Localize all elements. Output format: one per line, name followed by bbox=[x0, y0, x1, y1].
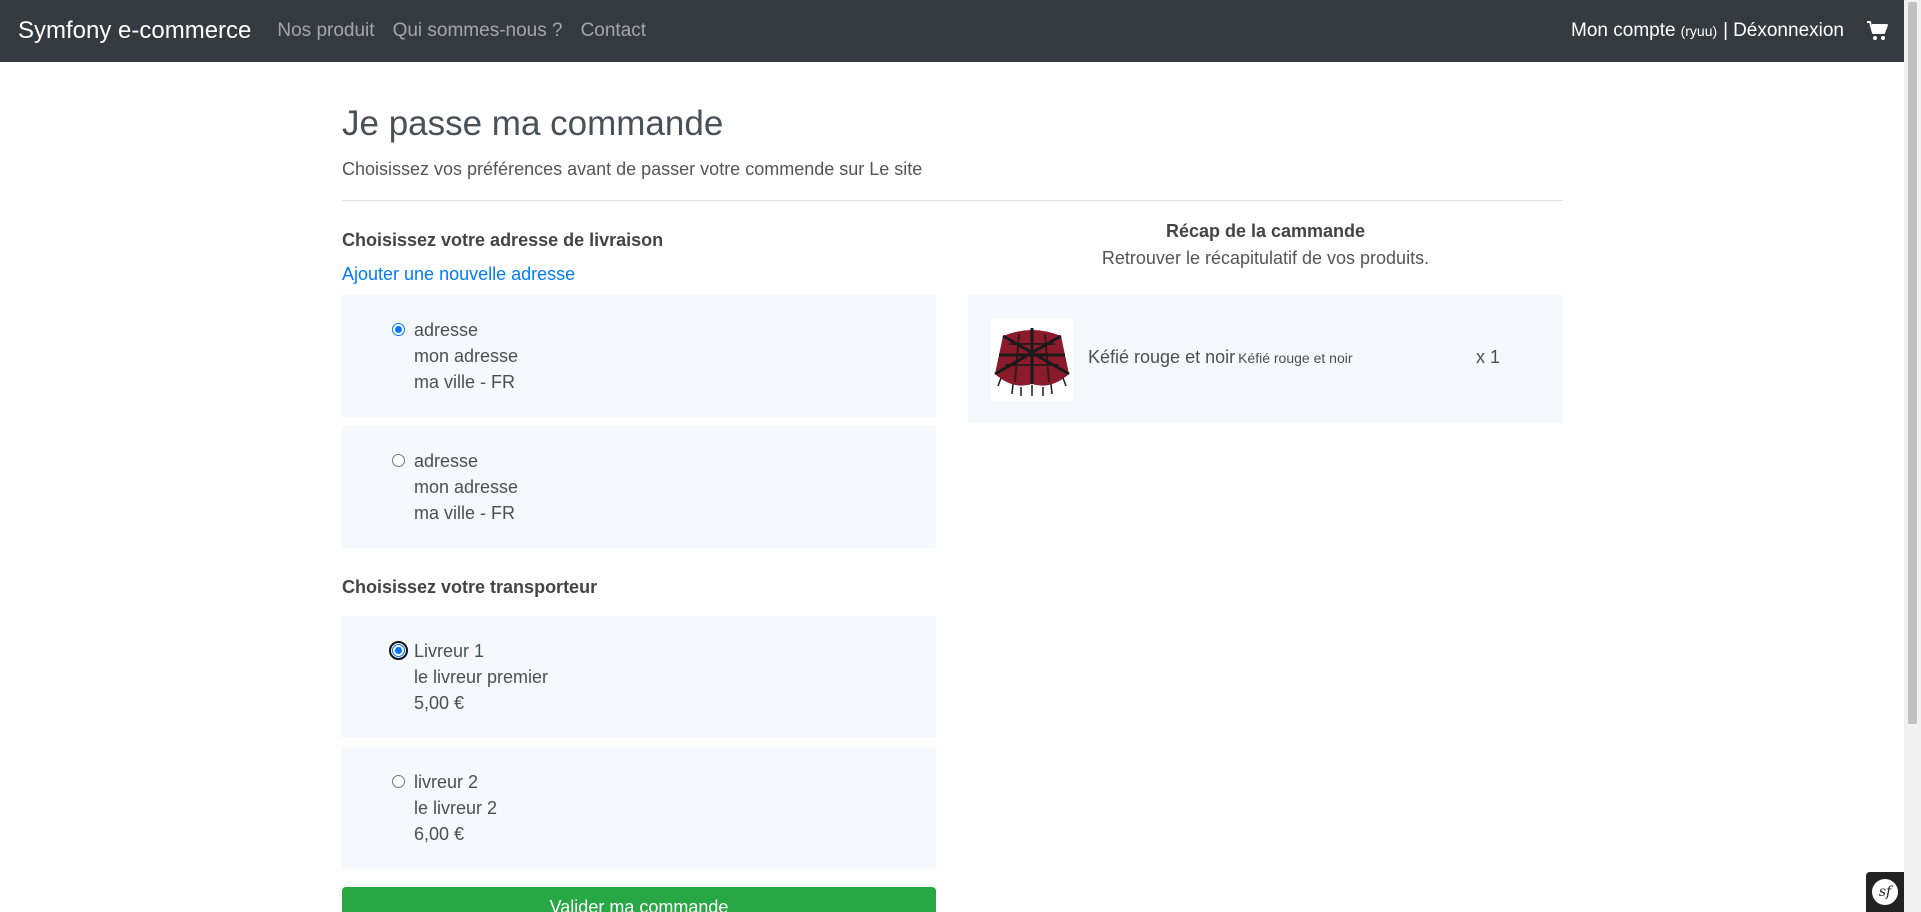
symfony-logo-icon: sf bbox=[1872, 879, 1898, 905]
nav-separator: | bbox=[1723, 20, 1729, 41]
address-city: ma ville - FR bbox=[414, 372, 516, 392]
address-radio-2[interactable] bbox=[392, 454, 405, 467]
product-image bbox=[991, 318, 1073, 401]
address-radio-1[interactable] bbox=[392, 323, 405, 336]
username-label: (ryuu) bbox=[1680, 23, 1718, 39]
address-street: mon adresse bbox=[414, 346, 519, 366]
product-quantity: x 1 bbox=[1476, 347, 1501, 367]
carrier-option-2[interactable]: livreur 2 le livreur 2 6,00 € bbox=[342, 747, 936, 869]
page-title: Je passe ma commande bbox=[342, 104, 724, 143]
carrier-price: 6,00 € bbox=[414, 824, 465, 844]
carrier-name: Livreur 1 bbox=[414, 641, 485, 661]
address-name: adresse bbox=[414, 320, 479, 340]
carrier-option-1[interactable]: Livreur 1 le livreur premier 5,00 € bbox=[342, 616, 936, 738]
address-name: adresse bbox=[414, 451, 479, 471]
recap-product-row: Kéfié rouge et noir Kéfié rouge et noir x… bbox=[968, 295, 1563, 423]
product-title: Kéfié rouge et noir bbox=[1088, 347, 1236, 367]
nav-link-about[interactable]: Qui sommes-nous ? bbox=[393, 20, 563, 42]
nav-link-contact[interactable]: Contact bbox=[581, 20, 646, 42]
carrier-radio-1[interactable] bbox=[389, 641, 408, 660]
logout-link[interactable]: Déxonnexion bbox=[1733, 20, 1844, 42]
carrier-description: le livreur 2 bbox=[414, 798, 498, 818]
brand-link[interactable]: Symfony e-commerce bbox=[18, 17, 251, 45]
nav-link-products[interactable]: Nos produit bbox=[277, 20, 374, 42]
carrier-description: le livreur premier bbox=[414, 667, 549, 687]
cart-icon[interactable] bbox=[1866, 19, 1890, 43]
address-option-2[interactable]: adresse mon adresse ma ville - FR bbox=[342, 426, 936, 548]
address-section-title: Choisissez votre adresse de livraison bbox=[342, 230, 664, 250]
top-navbar: Symfony e-commerce Nos produit Qui somme… bbox=[0, 0, 1904, 62]
submit-order-button[interactable]: Valider ma commande bbox=[342, 887, 936, 912]
address-street: mon adresse bbox=[414, 477, 519, 497]
carrier-section-title: Choisissez votre transporteur bbox=[342, 577, 598, 597]
carrier-radio-2[interactable] bbox=[392, 775, 405, 788]
recap-subtitle: Retrouver le récapitulatif de vos produi… bbox=[1101, 248, 1430, 268]
recap-title: Récap de la cammande bbox=[1165, 221, 1366, 241]
account-link[interactable]: Mon compte bbox=[1571, 20, 1676, 42]
nav-account-area: Mon compte (ryuu) | Déxonnexion bbox=[1571, 0, 1904, 62]
symfony-toolbar-toggle[interactable]: sf bbox=[1866, 872, 1904, 912]
product-subtitle: Kéfié rouge et noir bbox=[1238, 350, 1353, 366]
add-address-link[interactable]: Ajouter une nouvelle adresse bbox=[342, 264, 575, 285]
header-divider bbox=[342, 200, 1563, 201]
carrier-name: livreur 2 bbox=[414, 772, 479, 792]
product-name: Kéfié rouge et noir Kéfié rouge et noir bbox=[1088, 347, 1353, 368]
page-scrollbar[interactable] bbox=[1904, 0, 1921, 912]
carrier-price: 5,00 € bbox=[414, 693, 465, 713]
scrollbar-thumb[interactable] bbox=[1908, 2, 1917, 724]
address-option-1[interactable]: adresse mon adresse ma ville - FR bbox=[342, 295, 936, 417]
address-city: ma ville - FR bbox=[414, 503, 516, 523]
page-subtitle: Choisissez vos préférences avant de pass… bbox=[342, 159, 923, 179]
